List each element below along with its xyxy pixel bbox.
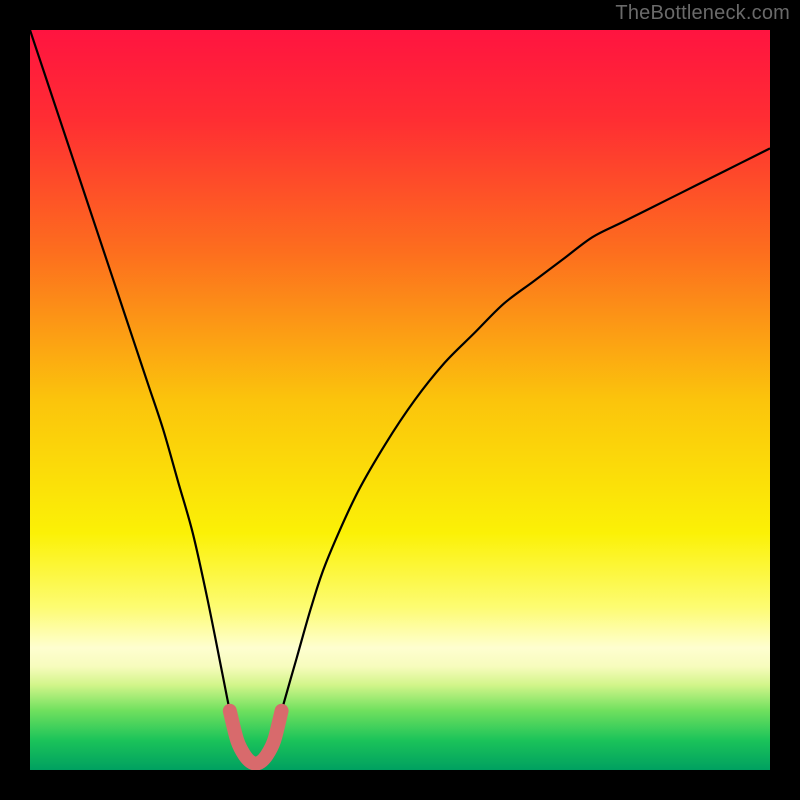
- bottleneck-chart: [30, 30, 770, 770]
- watermark-text: TheBottleneck.com: [615, 2, 790, 25]
- chart-frame: [30, 30, 770, 770]
- gradient-background: [30, 30, 770, 770]
